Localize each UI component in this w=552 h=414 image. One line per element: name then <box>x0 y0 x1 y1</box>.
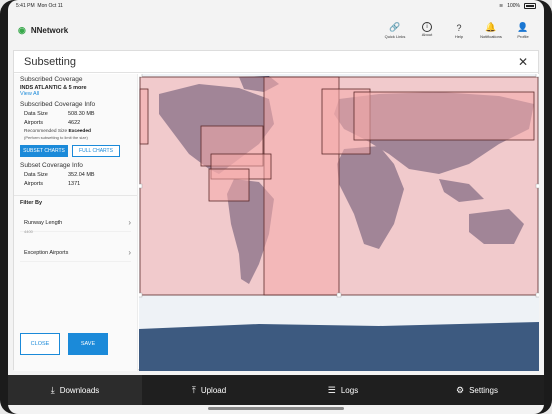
tab-upload-label: Upload <box>200 385 227 395</box>
full-charts-button[interactable]: FULL CHARTS <box>72 145 120 157</box>
recommended-note: (Perform subsetting to limit the size) <box>24 135 88 140</box>
bottom-tab-bar: ⤓ Downloads ⤒ Upload ☰ Logs ⚙ Settings <box>8 375 544 405</box>
airports-value: 4622 <box>68 120 81 126</box>
quick-links-label: Quick Links <box>384 33 406 39</box>
tab-upload[interactable]: ⤒ Upload <box>142 375 276 405</box>
help-icon: ? <box>456 22 462 33</box>
close-icon[interactable]: ✕ <box>518 55 528 69</box>
app-name: NNetwork <box>30 25 69 35</box>
save-button[interactable]: SAVE <box>68 333 108 355</box>
subset-airports-row: Airports 1371 <box>20 180 131 189</box>
recommended-size-status: Exceeded <box>68 129 91 134</box>
subset-airports-value: 1371 <box>68 181 81 187</box>
subscribed-data-size-row: Data Size 508.30 MB <box>20 110 131 119</box>
data-size-label: Data Size <box>24 111 48 117</box>
data-size-value: 508.30 MB <box>68 111 95 117</box>
brand: ◉ NNetwork <box>18 25 68 36</box>
panel-title: Subsetting <box>24 55 76 68</box>
device-frame: 5:41 PM Mon Oct 11 ≋ 100% ◉ NNetwork 🔗 Q… <box>0 0 552 414</box>
antarctica <box>139 322 539 371</box>
subscribed-coverage-section: Subscribed Coverage INDS ATLANTIC & 5 mo… <box>14 74 137 99</box>
subset-info-heading: Subset Coverage Info <box>20 162 83 169</box>
resize-handle-tr[interactable] <box>535 74 539 78</box>
help-label: Help <box>454 33 464 39</box>
list-icon: ☰ <box>327 384 336 395</box>
runway-length-value: 4400 <box>24 229 33 234</box>
bell-icon: 🔔 <box>485 22 497 32</box>
profile-label: Profile <box>517 33 529 39</box>
notifications-button[interactable]: 🔔 Notifications <box>480 22 502 39</box>
tab-settings-label: Settings <box>469 385 498 395</box>
info-icon: i <box>422 21 432 32</box>
exception-airports-label: Exception Airports <box>24 249 69 256</box>
chevron-right-icon: › <box>128 218 131 227</box>
resize-handle-tl[interactable] <box>139 74 143 78</box>
about-label: About <box>421 31 433 37</box>
about-button[interactable]: i About <box>416 21 438 39</box>
coverage-region-asia[interactable] <box>353 91 535 141</box>
link-icon: 🔗 <box>389 22 401 32</box>
view-all-link[interactable]: View All <box>20 91 131 97</box>
panel-actions: CLOSE SAVE <box>20 333 108 355</box>
map-canvas[interactable] <box>139 74 539 371</box>
subscribed-coverage-heading: Subscribed Coverage <box>20 76 83 83</box>
notifications-label: Notifications <box>480 33 502 39</box>
subset-airports-label: Airports <box>24 181 43 187</box>
airports-label: Airports <box>24 120 43 126</box>
wifi-logo-icon: ◉ <box>18 24 26 35</box>
gear-icon: ⚙ <box>456 384 465 395</box>
tab-logs[interactable]: ☰ Logs <box>276 375 410 405</box>
battery-icon <box>524 3 536 9</box>
quick-links-button[interactable]: 🔗 Quick Links <box>384 22 406 39</box>
toolbar: 🔗 Quick Links i About ? Help 🔔 Notificat… <box>384 21 534 39</box>
tab-downloads-label: Downloads <box>59 385 100 395</box>
subscribed-info-heading: Subscribed Coverage Info <box>20 101 96 108</box>
coverage-regions <box>139 76 539 296</box>
coverage-region-pacific[interactable] <box>139 88 149 145</box>
resize-handle-bl[interactable] <box>139 292 143 298</box>
tab-downloads[interactable]: ⤓ Downloads <box>8 375 142 405</box>
resize-handle-r[interactable] <box>535 183 539 189</box>
recommended-size-label: Recommended Size <box>24 129 68 134</box>
upload-icon: ⤒ <box>191 384 196 395</box>
battery-percent: 100% <box>507 3 520 9</box>
filter-heading: Filter By <box>20 200 43 206</box>
filter-section: Filter By Runway Length › 4400 Exception… <box>14 195 137 266</box>
panel-header: Subsetting ✕ <box>14 51 538 73</box>
wifi-status-icon: ≋ <box>499 3 504 9</box>
app-header: ◉ NNetwork 🔗 Quick Links i About ? Help … <box>8 12 544 48</box>
subscribed-airports-row: Airports 4622 <box>20 119 131 128</box>
subset-data-size-row: Data Size 352.04 MB <box>20 171 131 180</box>
download-icon: ⤓ <box>50 384 55 395</box>
status-time: 5:41 PM <box>16 3 35 9</box>
subset-info-section: Subset Coverage Info Data Size 352.04 MB… <box>14 160 137 191</box>
resize-handle-br[interactable] <box>535 292 539 298</box>
profile-icon: 👤 <box>517 22 529 32</box>
screen: 5:41 PM Mon Oct 11 ≋ 100% ◉ NNetwork 🔗 Q… <box>8 0 544 414</box>
subsetting-panel: Subsetting ✕ Subscribed Coverage INDS AT… <box>13 50 539 371</box>
resize-handle-l[interactable] <box>139 183 143 189</box>
help-button[interactable]: ? Help <box>448 22 470 39</box>
close-button[interactable]: CLOSE <box>20 333 60 355</box>
subset-charts-button[interactable]: SUBSET CHARTS <box>20 145 68 157</box>
coverage-region-caribbean[interactable] <box>208 168 250 202</box>
chart-mode-toggle: SUBSET CHARTS FULL CHARTS <box>14 142 137 160</box>
runway-length-label: Runway Length <box>24 219 63 226</box>
status-bar: 5:41 PM Mon Oct 11 ≋ 100% <box>8 0 544 12</box>
tab-logs-label: Logs <box>340 385 359 395</box>
subscribed-info-section: Subscribed Coverage Info Data Size 508.3… <box>14 99 137 142</box>
subset-data-size-value: 352.04 MB <box>68 172 95 178</box>
exception-airports-filter[interactable]: Exception Airports › <box>20 242 131 262</box>
subset-data-size-label: Data Size <box>24 172 48 178</box>
tab-settings[interactable]: ⚙ Settings <box>410 375 544 405</box>
settings-sidebar: Subscribed Coverage INDS ATLANTIC & 5 mo… <box>14 74 138 371</box>
recommended-size: Recommended Size Exceeded <box>20 128 131 135</box>
resize-handle-b[interactable] <box>336 292 342 298</box>
status-date: Mon Oct 11 <box>37 3 63 9</box>
chevron-right-icon: › <box>128 248 131 257</box>
profile-button[interactable]: 👤 Profile <box>512 22 534 39</box>
world-map[interactable] <box>139 74 539 371</box>
home-indicator[interactable] <box>208 407 344 410</box>
